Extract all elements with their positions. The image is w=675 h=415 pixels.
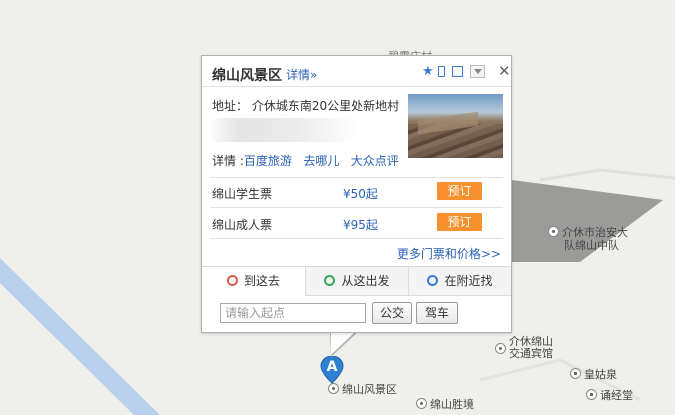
poi-mianshan-scenic[interactable]: 绵山风景区 (328, 383, 397, 396)
ticket-price: ¥50起 (343, 187, 378, 201)
scenic-icon (328, 383, 339, 394)
poi-huanggu-spring[interactable]: 皇姑泉 (570, 368, 617, 381)
dropdown-icon[interactable] (470, 65, 485, 78)
divider (210, 207, 503, 208)
redacted-area (208, 118, 358, 142)
more-tickets-link[interactable]: 更多门票和价格>> (397, 245, 501, 262)
poi-icon (548, 226, 559, 237)
popup-pointer-fill (331, 330, 357, 355)
marker-label: A (326, 359, 338, 375)
ticket-price: ¥95起 (343, 218, 378, 232)
drive-button[interactable]: 驾车 (416, 302, 458, 324)
start-point-input[interactable] (220, 303, 366, 323)
popup-header: 绵山风景区 详情» ★ ✕ (212, 62, 511, 84)
tab-search-nearby[interactable]: 在附近找 (409, 267, 511, 295)
book-button[interactable]: 预订 (437, 213, 482, 231)
divider (210, 177, 503, 178)
link-dianping[interactable]: 大众点评 (351, 154, 399, 168)
house-icon (570, 368, 581, 379)
divider (202, 86, 511, 87)
tab-go-here[interactable]: 到这去 (202, 267, 306, 296)
scenic-icon (416, 398, 427, 409)
place-address: 地址： 介休城东南20公里处新地村 (212, 99, 400, 113)
detail-links: 详情 :百度旅游 去哪儿 大众点评 (212, 152, 399, 169)
star-icon[interactable]: ★ (422, 64, 434, 79)
search-icon (427, 275, 439, 286)
phone-icon[interactable] (438, 66, 445, 77)
close-icon[interactable]: ✕ (498, 62, 511, 80)
poi-songjing-hall[interactable]: 诵经堂 (586, 389, 633, 402)
poi-mianshan-shengjing[interactable]: 绵山胜境 (416, 398, 474, 411)
place-photo[interactable] (408, 94, 503, 158)
route-tabs: 到这去 从这出发 在附近找 (202, 266, 511, 296)
book-button[interactable]: 预订 (437, 182, 482, 200)
poi-hotel[interactable]: 介休绵山 交通宾馆 (495, 335, 553, 360)
hotel-icon (495, 343, 506, 354)
tab-start-here[interactable]: 从这出发 (306, 267, 409, 295)
origin-icon (324, 275, 336, 286)
ticket-name: 绵山学生票 (212, 187, 273, 201)
place-title: 绵山风景区 (212, 68, 282, 84)
edit-icon[interactable] (452, 66, 463, 77)
location-marker-a[interactable]: A (319, 355, 345, 384)
poi-police[interactable]: 介休市治安大 队绵山中队 (548, 226, 628, 252)
divider (210, 238, 503, 239)
place-detail-link[interactable]: 详情» (286, 66, 317, 83)
link-qunar[interactable]: 去哪儿 (303, 154, 339, 168)
destination-icon (226, 275, 238, 286)
place-info-popup: 绵山风景区 详情» ★ ✕ 地址： 介休城东南20公里处新地村 详情 :百度旅游… (201, 55, 512, 333)
bus-button[interactable]: 公交 (372, 302, 412, 324)
link-baidu-travel[interactable]: 百度旅游 (244, 154, 292, 168)
ticket-name: 绵山成人票 (212, 218, 273, 232)
house-icon (586, 389, 597, 400)
details-label: 详情 : (212, 154, 244, 168)
